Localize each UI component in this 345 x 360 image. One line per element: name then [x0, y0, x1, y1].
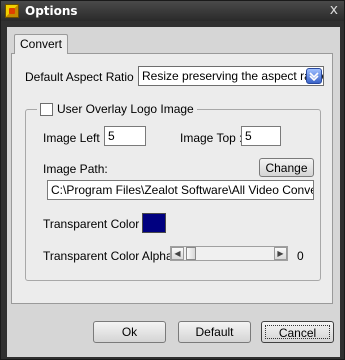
image-path-label: Image Path:: [43, 162, 108, 176]
overlay-checkbox-row[interactable]: User Overlay Logo Image: [37, 101, 197, 117]
default-button[interactable]: Default: [178, 321, 251, 343]
overlay-checkbox-label: User Overlay Logo Image: [57, 102, 194, 116]
image-path-input[interactable]: C:\Program Files\Zealot Software\All Vid…: [47, 180, 314, 200]
aspect-ratio-value: Resize preserving the aspect ratio: [142, 69, 324, 83]
ok-button-label: Ok: [121, 325, 138, 339]
cancel-button[interactable]: Cancel: [261, 321, 334, 343]
title-bar[interactable]: Options x: [1, 1, 344, 21]
slider-right-arrow-icon[interactable]: ▶: [274, 247, 287, 260]
slider-thumb[interactable]: [186, 247, 196, 260]
change-button-label: Change: [265, 161, 308, 175]
image-left-label: Image Left :: [43, 131, 107, 145]
alpha-label: Transparent Color Alpha :: [43, 249, 180, 263]
options-window: Options x Convert Default Aspect Ratio :…: [0, 0, 345, 360]
slider-left-arrow-icon[interactable]: ◀: [171, 247, 184, 260]
image-top-input[interactable]: 5: [241, 126, 281, 146]
ok-button[interactable]: Ok: [93, 321, 166, 343]
image-left-input[interactable]: 5: [104, 126, 146, 146]
aspect-ratio-label: Default Aspect Ratio :: [25, 70, 141, 84]
alpha-value: 0: [297, 249, 304, 263]
aspect-ratio-select[interactable]: Resize preserving the aspect ratio: [138, 66, 324, 86]
transparent-color-swatch[interactable]: [142, 213, 166, 233]
alpha-slider[interactable]: ◀ ▶: [170, 246, 288, 261]
transparent-color-label: Transparent Color :: [43, 217, 146, 231]
overlay-checkbox[interactable]: [40, 102, 53, 116]
image-top-label: Image Top :: [180, 131, 243, 145]
change-button[interactable]: Change: [259, 158, 314, 177]
tab-convert[interactable]: Convert: [14, 34, 68, 54]
dropdown-arrow-icon[interactable]: [306, 68, 322, 84]
default-button-label: Default: [195, 325, 234, 339]
window-title: Options: [25, 4, 78, 18]
close-icon[interactable]: x: [330, 2, 338, 18]
app-icon: [5, 4, 19, 18]
cancel-button-label: Cancel: [265, 325, 330, 340]
